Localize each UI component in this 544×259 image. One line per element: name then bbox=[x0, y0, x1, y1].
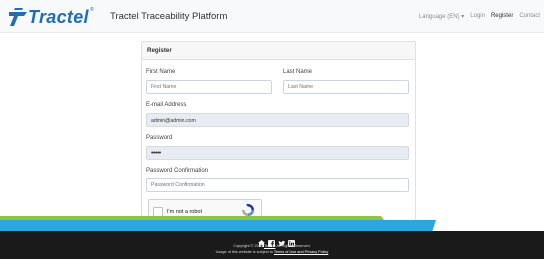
last-name-label: Last Name bbox=[283, 69, 313, 75]
password-confirmation-input[interactable] bbox=[146, 178, 409, 192]
social-links bbox=[258, 234, 295, 247]
registered-mark: ® bbox=[89, 7, 94, 13]
usage-text: Usage of this website is subject to Term… bbox=[0, 250, 544, 254]
home-icon[interactable] bbox=[258, 234, 265, 247]
logo-wordmark: Tractel bbox=[28, 7, 89, 27]
copyright-prefix: Copyright © 2020 bbox=[233, 244, 263, 248]
twitter-icon[interactable] bbox=[278, 234, 285, 246]
language-dropdown[interactable]: Language (EN) ▾ bbox=[419, 13, 464, 20]
footer: Copyright © 2020 Tractel All Rights Rese… bbox=[0, 231, 544, 259]
nav-login-link[interactable]: Login bbox=[470, 13, 485, 20]
usage-prefix: Usage of this website is subject to bbox=[215, 250, 273, 254]
copyright-text: Copyright © 2020 Tractel All Rights Rese… bbox=[0, 244, 544, 248]
first-name-input[interactable] bbox=[146, 80, 272, 94]
tractel-link[interactable]: Tractel bbox=[264, 244, 275, 248]
register-card-heading: Register bbox=[142, 42, 415, 60]
top-navbar: Tractel ® Tractel Traceability Platform … bbox=[0, 0, 544, 33]
tractel-logo-mark-icon bbox=[9, 8, 27, 26]
copyright-suffix: All Rights Reserved. bbox=[276, 244, 311, 248]
email-input[interactable]: admin@admin.com bbox=[146, 113, 409, 127]
platform-title: Tractel Traceability Platform bbox=[110, 11, 228, 22]
last-name-input[interactable] bbox=[283, 80, 409, 94]
linkedin-icon[interactable] bbox=[288, 234, 295, 247]
nav-register-link[interactable]: Register bbox=[491, 13, 513, 20]
terms-privacy-link[interactable]: Terms of Use and Privacy Policy bbox=[274, 250, 328, 254]
facebook-icon[interactable] bbox=[268, 234, 275, 247]
register-card: Register First Name Last Name E-mail Add… bbox=[141, 41, 416, 221]
nav-links: Language (EN) ▾ Login Register Contact bbox=[419, 13, 540, 20]
email-label: E-mail Address bbox=[146, 102, 187, 108]
nav-contact-link[interactable]: Contact bbox=[519, 13, 540, 20]
password-label: Password bbox=[146, 135, 173, 141]
tractel-logo[interactable]: Tractel ® bbox=[9, 7, 94, 27]
password-confirmation-label: Password Confirmation bbox=[146, 168, 209, 174]
decorative-stripes bbox=[0, 216, 436, 232]
green-stripe bbox=[0, 216, 384, 220]
password-input[interactable]: ••••• bbox=[146, 146, 409, 160]
first-name-label: First Name bbox=[146, 69, 176, 75]
